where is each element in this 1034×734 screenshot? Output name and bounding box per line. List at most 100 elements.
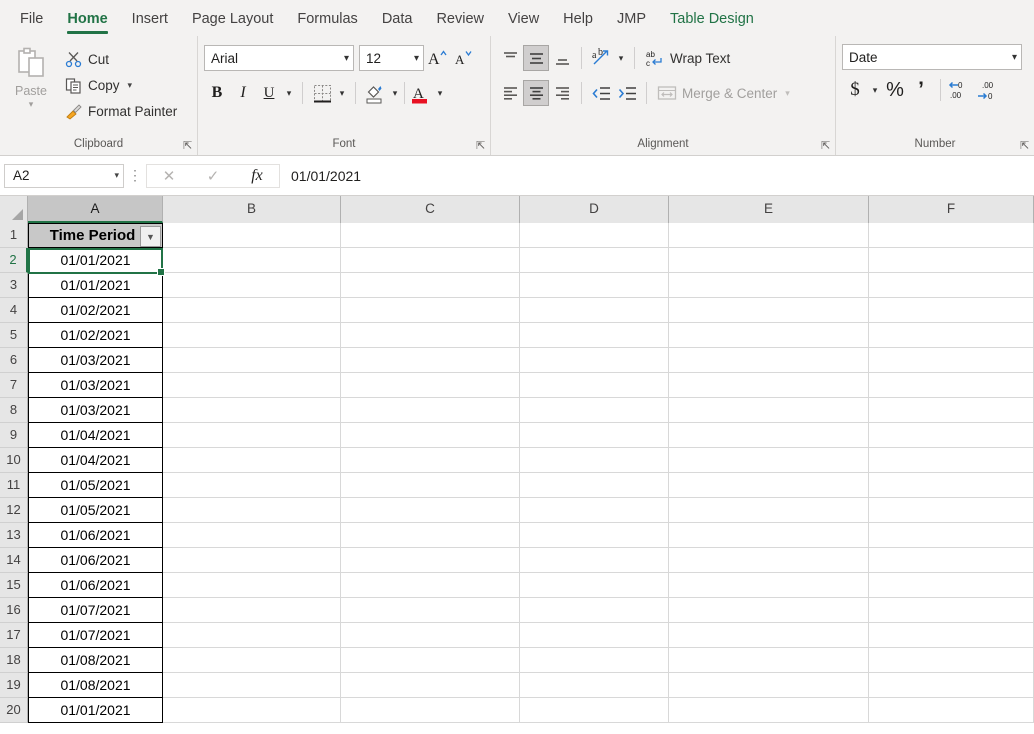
cell-D19[interactable] — [520, 673, 669, 698]
merge-chevron-down-icon[interactable]: ▾ — [785, 88, 790, 99]
cell-E12[interactable] — [669, 498, 869, 523]
cell-B18[interactable] — [163, 648, 341, 673]
cell-A12[interactable]: 01/05/2021 — [28, 498, 163, 523]
cell-D17[interactable] — [520, 623, 669, 648]
tab-help[interactable]: Help — [551, 4, 605, 36]
cell-E8[interactable] — [669, 398, 869, 423]
underline-chevron-down-icon[interactable]: ▾ — [282, 80, 296, 106]
cell-C10[interactable] — [341, 448, 520, 473]
cell-F11[interactable] — [869, 473, 1034, 498]
row-header-13[interactable]: 13 — [0, 523, 28, 548]
decrease-decimal-button[interactable]: .00 0 — [975, 77, 1003, 103]
cell-D4[interactable] — [520, 298, 669, 323]
cell-A18[interactable]: 01/08/2021 — [28, 648, 163, 673]
row-header-19[interactable]: 19 — [0, 673, 28, 698]
cut-button[interactable]: Cut — [62, 46, 181, 72]
cell-D10[interactable] — [520, 448, 669, 473]
row-header-2[interactable]: 2 — [0, 248, 28, 273]
cell-C1[interactable] — [341, 223, 520, 248]
cell-A13[interactable]: 01/06/2021 — [28, 523, 163, 548]
tab-data[interactable]: Data — [370, 4, 425, 36]
format-painter-button[interactable]: Format Painter — [62, 98, 181, 124]
row-header-11[interactable]: 11 — [0, 473, 28, 498]
cell-A6[interactable]: 01/03/2021 — [28, 348, 163, 373]
cell-B3[interactable] — [163, 273, 341, 298]
row-header-8[interactable]: 8 — [0, 398, 28, 423]
borders-button[interactable] — [309, 80, 335, 106]
cell-A17[interactable]: 01/07/2021 — [28, 623, 163, 648]
cell-F14[interactable] — [869, 548, 1034, 573]
cell-B4[interactable] — [163, 298, 341, 323]
cell-A7[interactable]: 01/03/2021 — [28, 373, 163, 398]
cell-A10[interactable]: 01/04/2021 — [28, 448, 163, 473]
tab-formulas[interactable]: Formulas — [285, 4, 369, 36]
cell-B5[interactable] — [163, 323, 341, 348]
cell-F6[interactable] — [869, 348, 1034, 373]
cell-C3[interactable] — [341, 273, 520, 298]
cell-F10[interactable] — [869, 448, 1034, 473]
row-header-20[interactable]: 20 — [0, 698, 28, 723]
name-box[interactable]: A2 ▾ — [4, 163, 124, 188]
row-header-9[interactable]: 9 — [0, 423, 28, 448]
cell-C15[interactable] — [341, 573, 520, 598]
cell-C18[interactable] — [341, 648, 520, 673]
font-dialog-launcher[interactable]: ⇱ — [476, 140, 488, 152]
cell-D16[interactable] — [520, 598, 669, 623]
cell-C4[interactable] — [341, 298, 520, 323]
row-header-10[interactable]: 10 — [0, 448, 28, 473]
cell-A3[interactable]: 01/01/2021 — [28, 273, 163, 298]
tab-review[interactable]: Review — [424, 4, 496, 36]
cell-F8[interactable] — [869, 398, 1034, 423]
orientation-chevron-down-icon[interactable]: ▾ — [614, 45, 628, 71]
cell-A5[interactable]: 01/02/2021 — [28, 323, 163, 348]
cell-F17[interactable] — [869, 623, 1034, 648]
cell-E20[interactable] — [669, 698, 869, 723]
cell-B19[interactable] — [163, 673, 341, 698]
comma-format-button[interactable]: ’ — [908, 77, 934, 103]
cell-B1[interactable] — [163, 223, 341, 248]
cell-D7[interactable] — [520, 373, 669, 398]
borders-chevron-down-icon[interactable]: ▾ — [335, 80, 349, 106]
cell-C20[interactable] — [341, 698, 520, 723]
cell-D20[interactable] — [520, 698, 669, 723]
cell-E18[interactable] — [669, 648, 869, 673]
cell-A16[interactable]: 01/07/2021 — [28, 598, 163, 623]
insert-function-button[interactable]: fx — [235, 167, 279, 185]
cell-A8[interactable]: 01/03/2021 — [28, 398, 163, 423]
fill-color-button[interactable] — [362, 80, 388, 106]
align-center-button[interactable] — [523, 80, 549, 106]
row-header-3[interactable]: 3 — [0, 273, 28, 298]
cell-A19[interactable]: 01/08/2021 — [28, 673, 163, 698]
cell-B12[interactable] — [163, 498, 341, 523]
formula-input[interactable]: 01/01/2021 — [280, 164, 1030, 188]
row-header-17[interactable]: 17 — [0, 623, 28, 648]
column-header-C[interactable]: C — [341, 196, 520, 223]
cell-F2[interactable] — [869, 248, 1034, 273]
align-middle-button[interactable] — [523, 45, 549, 71]
merge-and-center-button[interactable]: Merge & Center ▾ — [653, 80, 794, 106]
cell-C14[interactable] — [341, 548, 520, 573]
tab-table-design[interactable]: Table Design — [658, 4, 766, 36]
wrap-text-button[interactable]: ab c Wrap Text — [641, 45, 734, 71]
cell-A14[interactable]: 01/06/2021 — [28, 548, 163, 573]
cell-F5[interactable] — [869, 323, 1034, 348]
row-header-6[interactable]: 6 — [0, 348, 28, 373]
copy-chevron-down-icon[interactable]: ▾ — [128, 80, 133, 91]
cell-F18[interactable] — [869, 648, 1034, 673]
cell-B15[interactable] — [163, 573, 341, 598]
font-color-button[interactable]: A — [407, 80, 433, 106]
bold-button[interactable]: B — [204, 80, 230, 106]
cell-F7[interactable] — [869, 373, 1034, 398]
cell-B20[interactable] — [163, 698, 341, 723]
cell-B13[interactable] — [163, 523, 341, 548]
increase-font-size-button[interactable]: A — [424, 45, 450, 71]
font-size-combobox[interactable]: 12 ▾ — [359, 45, 424, 71]
cell-D1[interactable] — [520, 223, 669, 248]
cell-F19[interactable] — [869, 673, 1034, 698]
select-all-button[interactable] — [0, 196, 28, 223]
cell-D6[interactable] — [520, 348, 669, 373]
cell-C5[interactable] — [341, 323, 520, 348]
cell-E9[interactable] — [669, 423, 869, 448]
font-color-chevron-down-icon[interactable]: ▾ — [433, 80, 447, 106]
cell-C2[interactable] — [341, 248, 520, 273]
